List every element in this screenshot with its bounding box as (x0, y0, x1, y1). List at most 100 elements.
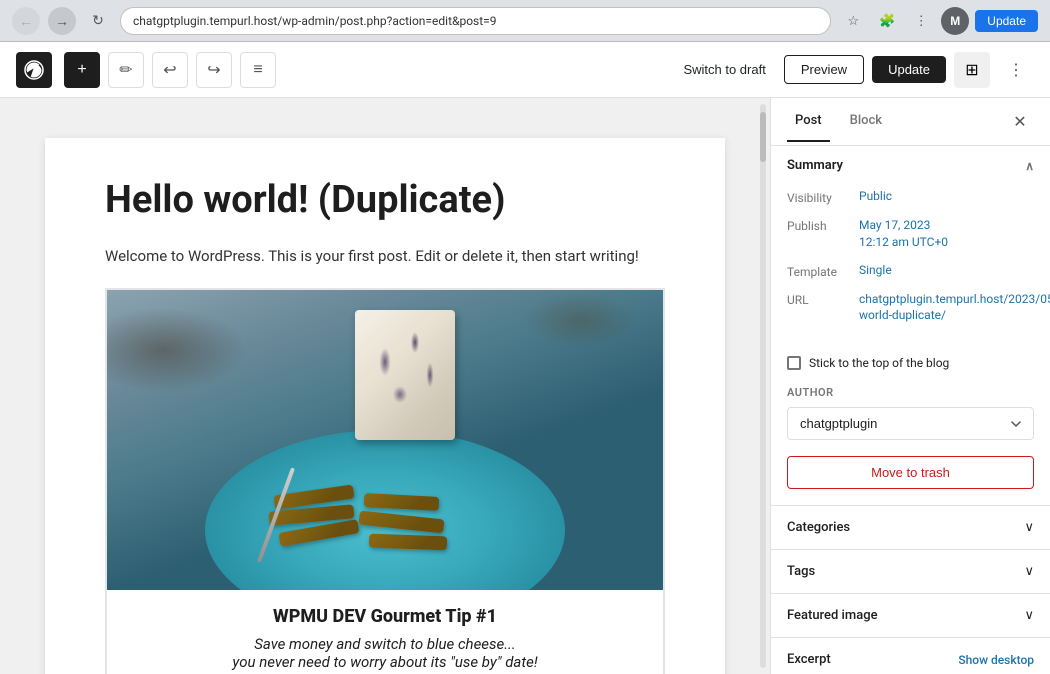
stick-to-top-checkbox[interactable] (787, 356, 801, 370)
summary-fields: Visibility Public Publish May 17, 2023 1… (771, 185, 1050, 352)
template-value[interactable]: Single (859, 263, 1034, 277)
visibility-value[interactable]: Public (859, 189, 1034, 203)
url-field: URL chatgptplugin.tempurl.host/2023/05/1… (787, 291, 1034, 325)
scrollbar-track[interactable] (756, 98, 770, 674)
browser-update-button[interactable]: Update (975, 10, 1038, 32)
cheese-veins (355, 310, 455, 440)
extensions-button[interactable]: 🧩 (873, 7, 901, 35)
list-icon: ≡ (253, 61, 262, 79)
scrollbar-rail (760, 104, 766, 668)
wp-logo-icon (24, 60, 44, 80)
publish-button[interactable]: Update (872, 56, 946, 83)
editor-area[interactable]: Hello world! (Duplicate) Welcome to Word… (0, 98, 770, 674)
browser-chrome: ← → ↻ chatgptplugin.tempurl.host/wp-admi… (0, 0, 1050, 42)
tags-chevron-icon: ∨ (1024, 564, 1034, 579)
undo-button[interactable]: ↩ (152, 52, 188, 88)
excerpt-section: Excerpt Show desktop (771, 638, 1050, 674)
forward-button[interactable]: → (48, 7, 76, 35)
visibility-label: Visibility (787, 189, 859, 205)
summary-section: Summary ∧ Visibility Public Publish May … (771, 146, 1050, 506)
url-value[interactable]: chatgptplugin.tempurl.host/2023/05/17/he… (859, 291, 1050, 325)
publish-time: 12:12 am UTC+0 (859, 235, 948, 249)
author-label: AUTHOR (787, 386, 1034, 399)
add-icon: + (77, 61, 86, 79)
publish-value[interactable]: May 17, 2023 12:12 am UTC+0 (859, 217, 1034, 251)
image-caption-area: WPMU DEV Gourmet Tip #1 Save money and s… (107, 590, 663, 674)
document-overview-button[interactable]: ≡ (240, 52, 276, 88)
cracker-6 (369, 533, 447, 550)
caption-subtitle: Save money and switch to blue cheese... (127, 635, 643, 653)
cracker-4 (364, 493, 440, 511)
tags-header[interactable]: Tags ∨ (771, 550, 1050, 593)
post-body-text[interactable]: Welcome to WordPress. This is your first… (105, 244, 665, 268)
cheese-block (355, 310, 455, 440)
redo-icon: ↪ (207, 60, 220, 80)
publish-field: Publish May 17, 2023 12:12 am UTC+0 (787, 217, 1034, 251)
sidebar: Post Block ✕ Summary ∧ Visibility (770, 98, 1050, 674)
move-to-trash-button[interactable]: Move to trash (787, 456, 1034, 489)
url-text: chatgptplugin.tempurl.host/wp-admin/post… (133, 14, 497, 28)
featured-image-label: Featured image (787, 608, 878, 623)
summary-chevron-icon: ∧ (1025, 159, 1034, 173)
close-icon: ✕ (1013, 112, 1026, 132)
more-options-button[interactable]: ⋮ (907, 7, 935, 35)
excerpt-label: Excerpt (787, 652, 831, 667)
categories-section: Categories ∨ (771, 506, 1050, 550)
back-button[interactable]: ← (12, 7, 40, 35)
stick-to-top: Stick to the top of the blog (787, 356, 1034, 370)
template-field: Template Single (787, 263, 1034, 279)
publish-label: Publish (787, 217, 859, 233)
add-block-button[interactable]: + (64, 52, 100, 88)
crackers (264, 480, 484, 560)
template-label: Template (787, 263, 859, 279)
browser-actions: ☆ 🧩 ⋮ M Update (839, 7, 1038, 35)
preview-button[interactable]: Preview (784, 55, 864, 84)
profile-button[interactable]: M (941, 7, 969, 35)
wp-toolbar: + ✏ ↩ ↪ ≡ Switch to draft Preview Update… (0, 42, 1050, 98)
scrollbar-thumb[interactable] (760, 112, 766, 162)
cracker-5 (359, 510, 445, 533)
categories-label: Categories (787, 520, 850, 535)
bookmark-button[interactable]: ☆ (839, 7, 867, 35)
refresh-button[interactable]: ↻ (84, 7, 112, 35)
sidebar-content[interactable]: Summary ∧ Visibility Public Publish May … (771, 146, 1050, 674)
visibility-field: Visibility Public (787, 189, 1034, 205)
summary-label: Summary (787, 158, 843, 173)
categories-chevron-icon: ∨ (1024, 520, 1034, 535)
sidebar-tabs: Post Block ✕ (771, 98, 1050, 146)
categories-header[interactable]: Categories ∨ (771, 506, 1050, 549)
url-label: URL (787, 291, 859, 307)
settings-button[interactable]: ⊞ (954, 52, 990, 88)
summary-section-header[interactable]: Summary ∧ (771, 146, 1050, 185)
cheese-image (107, 290, 663, 590)
show-desktop-link[interactable]: Show desktop (958, 653, 1034, 667)
url-bar[interactable]: chatgptplugin.tempurl.host/wp-admin/post… (120, 7, 831, 35)
publish-date: May 17, 2023 (859, 218, 930, 232)
settings-icon: ⊞ (965, 60, 978, 80)
featured-image-section: Featured image ∨ (771, 594, 1050, 638)
sidebar-close-button[interactable]: ✕ (1006, 108, 1034, 136)
caption-title: WPMU DEV Gourmet Tip #1 (127, 606, 643, 627)
undo-icon: ↩ (163, 60, 176, 80)
caption-body: you never need to worry about its "use b… (127, 653, 643, 671)
post-image-block[interactable]: WPMU DEV Gourmet Tip #1 Save money and s… (105, 288, 665, 674)
pencil-icon: ✏ (119, 60, 132, 80)
tab-post[interactable]: Post (787, 101, 830, 142)
redo-button[interactable]: ↪ (196, 52, 232, 88)
wp-main: Hello world! (Duplicate) Welcome to Word… (0, 98, 1050, 674)
wp-admin: + ✏ ↩ ↪ ≡ Switch to draft Preview Update… (0, 42, 1050, 674)
more-options-toolbar-button[interactable]: ⋮ (998, 52, 1034, 88)
featured-image-header[interactable]: Featured image ∨ (771, 594, 1050, 637)
editor-content: Hello world! (Duplicate) Welcome to Word… (45, 138, 725, 674)
tools-button[interactable]: ✏ (108, 52, 144, 88)
featured-image-placeholder (107, 290, 663, 590)
switch-to-draft-button[interactable]: Switch to draft (673, 56, 775, 83)
post-title[interactable]: Hello world! (Duplicate) (105, 178, 665, 224)
tags-section: Tags ∨ (771, 550, 1050, 594)
tags-label: Tags (787, 564, 815, 579)
tab-block[interactable]: Block (842, 101, 890, 142)
author-select-wrapper: chatgptplugin (787, 407, 1034, 440)
author-select[interactable]: chatgptplugin (787, 407, 1034, 440)
more-vertical-icon: ⋮ (1008, 60, 1024, 80)
author-section: AUTHOR chatgptplugin (771, 386, 1050, 456)
